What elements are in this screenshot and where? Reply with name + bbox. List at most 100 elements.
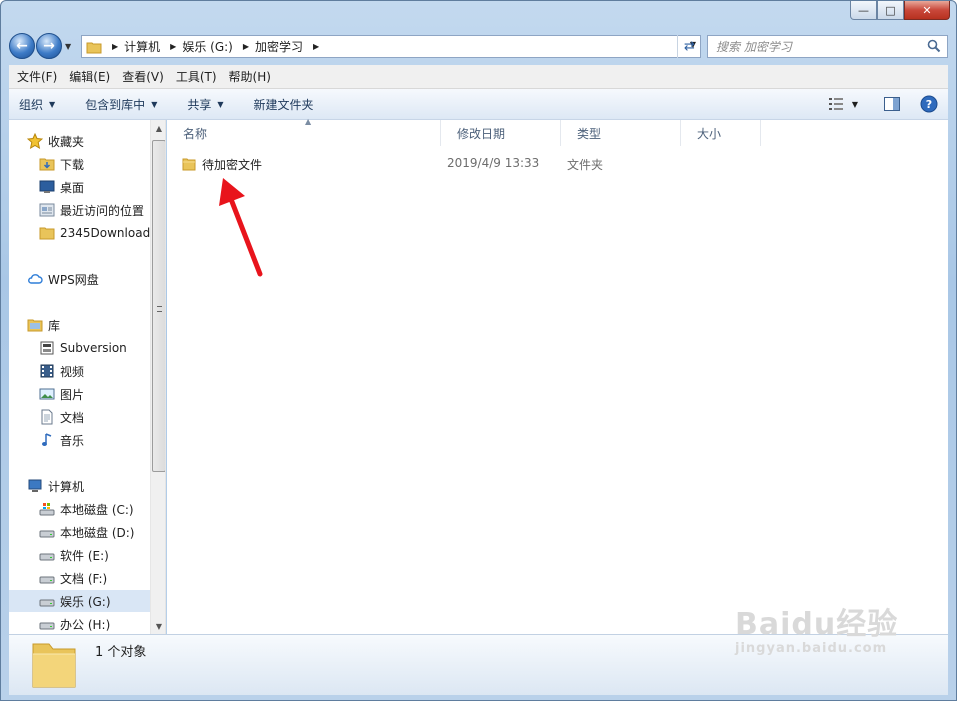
tree-libraries[interactable]: 库 — [9, 314, 150, 336]
view-options-icon[interactable] — [828, 97, 844, 111]
menu-edit[interactable]: 编辑(E) — [63, 67, 116, 87]
drive-icon — [39, 553, 55, 561]
arrow-right-icon: → — [43, 38, 55, 54]
organize-button[interactable]: 组织 ▼ — [19, 96, 55, 113]
chevron-down-icon: ▼ — [217, 99, 224, 109]
tree-item-2345downloads[interactable]: 2345Downloads — [9, 222, 150, 244]
tree-wps-cloud[interactable]: WPS网盘 — [9, 268, 150, 290]
tree-item-downloads[interactable]: 下载 — [9, 153, 150, 175]
recent-places-icon — [39, 203, 55, 217]
column-name-label: 名称 — [183, 126, 208, 141]
drive-icon — [39, 622, 55, 630]
tree-item-documents[interactable]: 文档 — [9, 406, 150, 428]
tree-item-drive-f[interactable]: 文档 (F:) — [9, 567, 150, 589]
forward-button[interactable]: → — [36, 33, 62, 59]
annotation-arrow-icon — [219, 178, 263, 277]
column-header-type[interactable]: 类型 — [561, 120, 681, 146]
view-dropdown-icon[interactable]: ▼ — [852, 100, 858, 109]
search-placeholder: 搜索 加密学习 — [716, 40, 792, 54]
tree-item-drive-g[interactable]: 娱乐 (G:) — [9, 590, 150, 612]
tree-item-label: 本地磁盘 (D:) — [60, 525, 135, 540]
tree-item-label: 2345Downloads — [60, 226, 150, 240]
tree-item-drive-h[interactable]: 办公 (H:) — [9, 613, 150, 634]
system-drive-icon — [39, 503, 55, 516]
baidu-watermark: Baidu经验 jingyan.baidu.com — [735, 599, 898, 656]
menu-tools[interactable]: 工具(T) — [170, 67, 223, 87]
minimize-button[interactable]: — — [850, 1, 877, 20]
breadcrumb-drive[interactable]: 娱乐 (G:) — [182, 38, 233, 55]
tree-item-drive-d[interactable]: 本地磁盘 (D:) — [9, 521, 150, 543]
cloud-icon — [28, 274, 43, 284]
menu-help[interactable]: 帮助(H) — [223, 67, 277, 87]
column-size-label: 大小 — [697, 126, 722, 141]
navigation-buttons: ← → ▼ — [9, 33, 71, 59]
breadcrumb-computer[interactable]: 计算机 — [124, 38, 160, 55]
recent-pages-dropdown[interactable]: ▼ — [65, 42, 71, 51]
tree-item-pictures[interactable]: 图片 — [9, 383, 150, 405]
folder-large-icon — [32, 643, 76, 688]
scroll-up-icon[interactable]: ▲ — [151, 120, 165, 136]
breadcrumb-folder[interactable]: 加密学习 — [255, 38, 303, 55]
preview-pane-icon[interactable] — [884, 97, 900, 111]
music-icon — [42, 433, 52, 446]
search-icon[interactable] — [927, 39, 941, 53]
scrollbar-thumb[interactable] — [152, 140, 165, 472]
video-icon — [40, 364, 54, 378]
tree-favorites[interactable]: 收藏夹 — [9, 130, 150, 152]
menu-bar: 文件(F) 编辑(E) 查看(V) 工具(T) 帮助(H) — [9, 65, 948, 89]
column-header-modified[interactable]: 修改日期 — [441, 120, 561, 146]
desktop-icon — [39, 180, 55, 193]
tree-item-music[interactable]: 音乐 — [9, 429, 150, 451]
sort-ascending-icon: ▲ — [305, 117, 312, 126]
grip-icon — [157, 306, 162, 312]
menu-view[interactable]: 查看(V) — [116, 67, 170, 87]
column-header-size[interactable]: 大小 — [681, 120, 761, 146]
column-type-label: 类型 — [577, 126, 602, 141]
tree-libraries-label: 库 — [48, 318, 61, 333]
tree-computer[interactable]: 计算机 — [9, 475, 150, 497]
tree-item-label: 图片 — [60, 387, 85, 402]
tree-item-desktop[interactable]: 桌面 — [9, 176, 150, 198]
nav-pane-scrollbar[interactable]: ▲ ▼ — [150, 120, 165, 634]
tree-item-drive-e[interactable]: 软件 (E:) — [9, 544, 150, 566]
folder-icon — [39, 227, 55, 240]
breadcrumb-separator-icon[interactable]: ▶ — [170, 42, 176, 51]
help-icon[interactable]: ? — [920, 95, 938, 113]
tree-item-label: 音乐 — [60, 433, 85, 448]
menu-file[interactable]: 文件(F) — [11, 67, 63, 87]
new-folder-button[interactable]: 新建文件夹 — [254, 96, 314, 113]
file-name: 待加密文件 — [202, 157, 263, 172]
chevron-down-icon: ▼ — [49, 99, 56, 109]
column-header-name[interactable]: 名称 ▲ — [167, 117, 441, 146]
share-button[interactable]: 共享 ▼ — [187, 96, 223, 113]
explorer-window: — □ ✕ ← → ▼ ▶ 计算机 ▶ 娱乐 (G:) ▶ 加密学习 ▶ ▼ ⇄… — [0, 0, 957, 701]
computer-icon — [28, 479, 42, 492]
svg-text:?: ? — [926, 98, 932, 111]
tree-item-label: 本地磁盘 (C:) — [60, 502, 134, 517]
chevron-down-icon: ▼ — [151, 99, 158, 109]
search-input[interactable]: 搜索 加密学习 — [707, 35, 948, 58]
close-button[interactable]: ✕ — [904, 1, 950, 20]
tree-item-drive-c[interactable]: 本地磁盘 (C:) — [9, 498, 150, 520]
file-row[interactable]: 待加密文件 — [181, 153, 262, 175]
scroll-down-icon[interactable]: ▼ — [151, 618, 165, 634]
tree-item-videos[interactable]: 视频 — [9, 360, 150, 382]
tree-item-subversion[interactable]: Subversion — [9, 337, 150, 359]
tree-computer-label: 计算机 — [48, 479, 85, 494]
file-list-view[interactable]: 名称 ▲ 修改日期 类型 大小 待加密文件 2019/4/9 13:33 文件夹 — [167, 117, 948, 634]
new-folder-label: 新建文件夹 — [253, 97, 314, 112]
caption-buttons: — □ ✕ — [850, 1, 950, 21]
download-folder-icon — [39, 158, 55, 171]
breadcrumb-separator-icon[interactable]: ▶ — [313, 42, 319, 51]
include-in-library-label: 包含到库中 — [85, 97, 146, 112]
maximize-button[interactable]: □ — [877, 1, 904, 20]
breadcrumb-separator-icon[interactable]: ▶ — [112, 42, 118, 51]
tree-item-recent-places[interactable]: 最近访问的位置 — [9, 199, 150, 221]
breadcrumb-separator-icon[interactable]: ▶ — [243, 42, 249, 51]
folder-icon — [182, 158, 196, 171]
refresh-button[interactable]: ⇄ — [677, 35, 701, 58]
back-button[interactable]: ← — [9, 33, 35, 59]
address-bar[interactable]: ▶ 计算机 ▶ 娱乐 (G:) ▶ 加密学习 ▶ ▼ — [81, 35, 701, 58]
tree-item-label: 娱乐 (G:) — [60, 594, 111, 609]
include-in-library-button[interactable]: 包含到库中 ▼ — [85, 96, 157, 113]
